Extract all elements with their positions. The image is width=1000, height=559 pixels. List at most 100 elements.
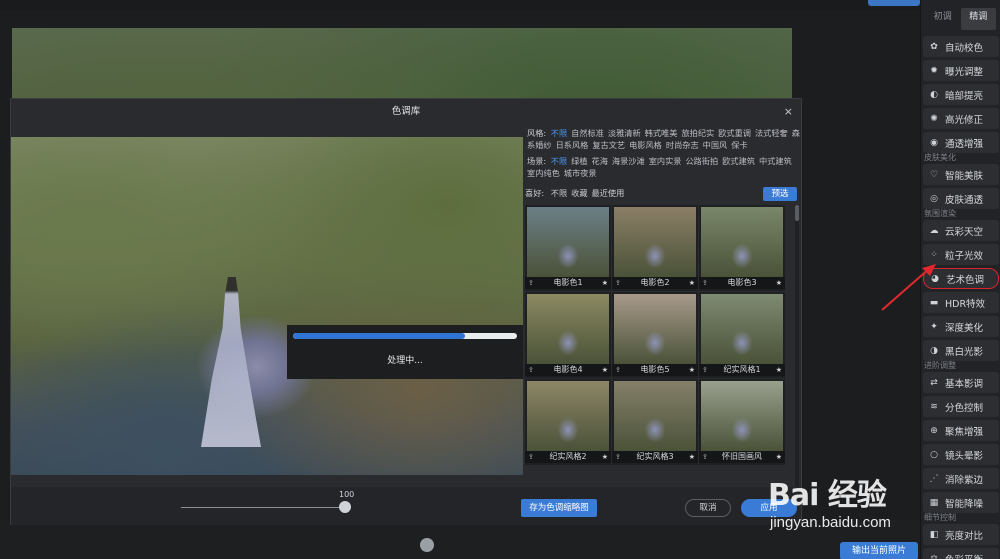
star-icon[interactable]: ★	[689, 364, 695, 376]
adjustment-item[interactable]: ▦ 智能降噪	[923, 492, 999, 513]
filter-option[interactable]: 电影风格	[629, 140, 662, 150]
adjustment-item[interactable]: ◉ 通透增强	[923, 132, 999, 153]
tone-thumbnail[interactable]: 电影色2 ⇪ ★	[612, 205, 698, 291]
tab-basic[interactable]: 初调	[925, 8, 961, 30]
zoom-slider-knob[interactable]	[420, 538, 434, 552]
filter-option[interactable]: 法式轻奢	[755, 128, 788, 138]
download-icon[interactable]: ⇪	[528, 277, 534, 289]
fringe-icon: ⋰	[929, 473, 939, 484]
download-icon[interactable]: ⇪	[702, 451, 708, 463]
star-icon[interactable]: ★	[776, 277, 782, 289]
adjustment-item[interactable]: ✦ 深度美化	[923, 316, 999, 337]
save-thumbnail-button[interactable]: 存为色调缩略图	[521, 499, 597, 517]
adjustment-item-label: 消除紫边	[945, 474, 984, 486]
star-icon[interactable]: ★	[602, 277, 608, 289]
apply-button[interactable]: 应用	[741, 499, 797, 517]
contrast-icon: ◧	[929, 529, 939, 540]
filter-option[interactable]: 室内实景	[649, 156, 682, 166]
adjustment-item[interactable]: ⋰ 消除紫边	[923, 468, 999, 489]
download-icon[interactable]: ⇪	[528, 451, 534, 463]
close-icon[interactable]: ×	[784, 105, 793, 118]
thumbnail-name: 电影色1	[525, 277, 611, 289]
tone-thumbnail[interactable]: 怀旧国画风 ⇪ ★	[699, 379, 785, 465]
filter-option[interactable]: 中式建筑	[759, 156, 792, 166]
particle-icon: ⁘	[930, 249, 938, 260]
section-label: 氛围渲染	[924, 209, 956, 218]
preview-button[interactable]: 预选	[763, 187, 797, 201]
download-icon[interactable]: ⇪	[702, 364, 708, 376]
tone-thumbnail[interactable]: 纪实风格2 ⇪ ★	[525, 379, 611, 465]
adjustment-item[interactable]: ◑ 黑白光影	[923, 340, 999, 361]
thumbnail-name: 怀旧国画风	[699, 451, 785, 463]
top-accent-pill[interactable]	[868, 0, 920, 6]
download-icon[interactable]: ⇪	[615, 451, 621, 463]
adjustment-item[interactable]: ◐ 暗部提亮	[923, 84, 999, 105]
tab-fine[interactable]: 精调	[960, 8, 996, 30]
favorite-label: 喜好:	[525, 188, 545, 198]
filter-option[interactable]: 海景沙滩	[612, 156, 645, 166]
intensity-slider-track[interactable]	[181, 507, 351, 508]
clarity-icon: ◉	[930, 137, 938, 148]
filter-option[interactable]: 自然标准	[571, 128, 604, 138]
scrollbar-thumb[interactable]	[795, 205, 799, 221]
cancel-button[interactable]: 取消	[685, 499, 731, 517]
adjustment-tabs: 初调 精调	[921, 8, 1000, 30]
thumbnail-image	[614, 207, 696, 277]
filter-option[interactable]: 城市夜景	[564, 168, 597, 178]
adjustment-item[interactable]: ✺ 高光修正	[923, 108, 999, 129]
tone-thumbnail[interactable]: 纪实风格3 ⇪ ★	[612, 379, 698, 465]
tone-thumbnail[interactable]: 纪实风格1 ⇪ ★	[699, 292, 785, 378]
download-icon[interactable]: ⇪	[528, 364, 534, 376]
intensity-slider-knob[interactable]	[339, 501, 351, 513]
adjustment-item[interactable]: ⇄ 基本影调	[923, 372, 999, 393]
filter-option[interactable]: 欧式重调	[718, 128, 751, 138]
tone-thumbnail[interactable]: 电影色4 ⇪ ★	[525, 292, 611, 378]
filter-option[interactable]: 韩式唯美	[645, 128, 678, 138]
filter-option[interactable]: 淡雅清新	[608, 128, 641, 138]
filter-option[interactable]: 不限	[551, 156, 567, 166]
adjustment-item[interactable]: ✹ 曝光调整	[923, 60, 999, 81]
split-icon: ≋	[930, 401, 938, 412]
filter-option[interactable]: 花海	[592, 156, 608, 166]
adjustment-item[interactable]: ○ 镜头晕影	[923, 444, 999, 465]
filter-option[interactable]: 不限	[551, 128, 567, 138]
grid-scrollbar[interactable]	[795, 205, 799, 487]
star-icon[interactable]: ★	[689, 451, 695, 463]
download-icon[interactable]: ⇪	[615, 277, 621, 289]
filter-option[interactable]: 绿植	[571, 156, 587, 166]
star-icon[interactable]: ★	[776, 364, 782, 376]
favorite-option[interactable]: 不限	[551, 188, 567, 198]
adjustment-item[interactable]: ✿ 自动校色	[923, 36, 999, 57]
filter-option[interactable]: 旅拍纪实	[681, 128, 714, 138]
favorite-option[interactable]: 最近使用	[592, 188, 625, 198]
star-icon[interactable]: ★	[776, 451, 782, 463]
star-icon[interactable]: ★	[602, 451, 608, 463]
filter-option[interactable]: 复古文艺	[592, 140, 625, 150]
thumbnail-name: 电影色5	[612, 364, 698, 376]
adjustment-item-label: 分色控制	[945, 402, 984, 414]
filter-option[interactable]: 中国风	[703, 140, 728, 150]
star-icon[interactable]: ★	[602, 364, 608, 376]
adjustment-item[interactable]: ◧ 亮度对比	[923, 524, 999, 545]
filter-option[interactable]: 时尚杂志	[666, 140, 699, 150]
adjustment-item[interactable]: ◎ 皮肤通透	[923, 188, 999, 209]
adjustment-item[interactable]: ☁ 云彩天空	[923, 220, 999, 241]
tone-thumbnail[interactable]: 电影色3 ⇪ ★	[699, 205, 785, 291]
filter-option[interactable]: 日系风格	[556, 140, 589, 150]
filter-option[interactable]: 欧式建筑	[722, 156, 755, 166]
adjustment-item-label: 通透增强	[945, 138, 984, 150]
export-photo-button[interactable]: 输出当前照片	[840, 542, 918, 559]
star-icon[interactable]: ★	[689, 277, 695, 289]
adjustment-item[interactable]: ⚖ 色彩平衡	[923, 548, 999, 559]
tone-thumbnail[interactable]: 电影色5 ⇪ ★	[612, 292, 698, 378]
adjustment-item[interactable]: ♡ 智能美肤	[923, 164, 999, 185]
download-icon[interactable]: ⇪	[615, 364, 621, 376]
favorite-option[interactable]: 收藏	[571, 188, 587, 198]
tone-thumbnail[interactable]: 电影色1 ⇪ ★	[525, 205, 611, 291]
adjustment-item[interactable]: ≋ 分色控制	[923, 396, 999, 417]
filter-option[interactable]: 公路街拍	[685, 156, 718, 166]
filter-option[interactable]: 保卡	[731, 140, 747, 150]
adjustment-item[interactable]: ⊕ 聚焦增强	[923, 420, 999, 441]
filter-option[interactable]: 室内纯色	[527, 168, 560, 178]
download-icon[interactable]: ⇪	[702, 277, 708, 289]
